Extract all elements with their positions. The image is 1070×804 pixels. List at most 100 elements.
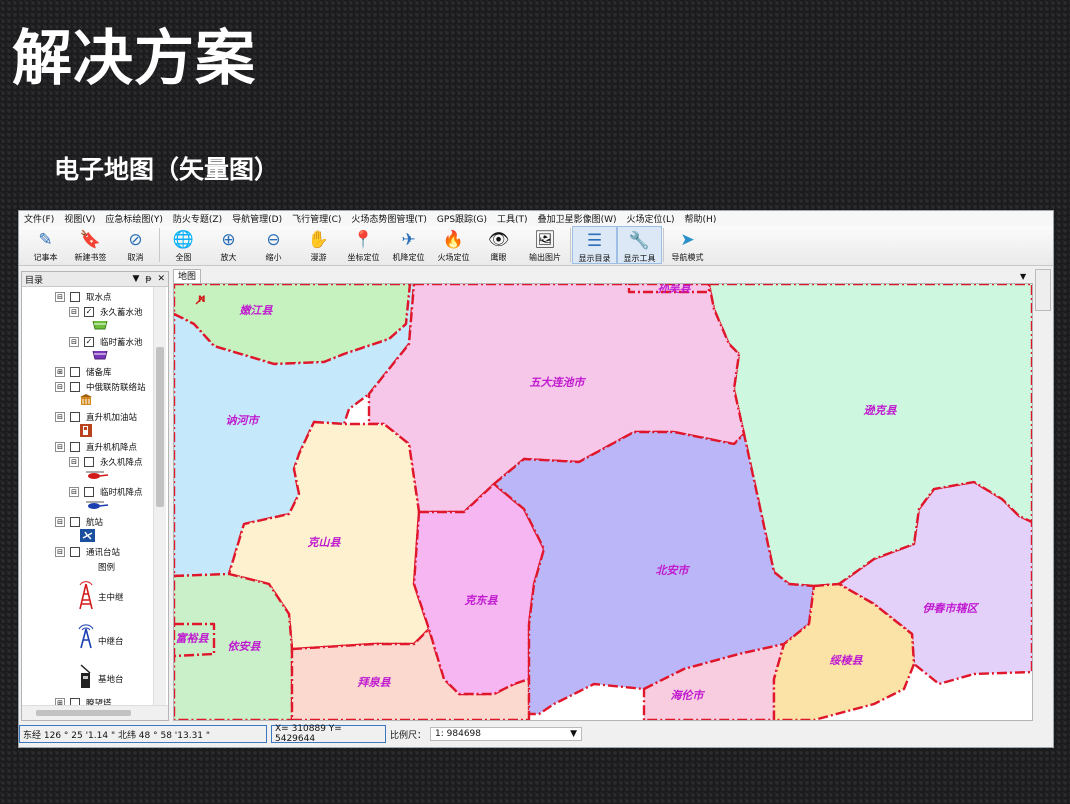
- zoom-in-icon: ⊕: [221, 230, 236, 250]
- menu-satellite-overlay[interactable]: 叠加卫星影像图(W): [533, 212, 622, 225]
- layer-checkbox[interactable]: ✓: [84, 307, 94, 317]
- layer-checkbox[interactable]: [70, 412, 80, 422]
- menu-fire-topic[interactable]: 防火专题(Z): [168, 212, 227, 225]
- vector-map[interactable]: 嫩江县讷河市 五大连池市 孙吴县逊克县克山县克东县 北安市伊春市辖区绥棱县海伦市 拜泉县…: [174, 284, 1032, 720]
- layer-label: 中俄联防联络站: [86, 383, 146, 393]
- region-label: 五大连池市: [530, 376, 587, 389]
- dropdown-arrow-icon[interactable]: ▼: [133, 274, 140, 284]
- catalog-title: 目录: [25, 275, 44, 286]
- layer-item[interactable]: ⊟ 永久机降点: [69, 456, 143, 468]
- full-extent-button[interactable]: 🌐 全图: [161, 226, 206, 264]
- pin-icon: 📍: [352, 230, 375, 250]
- menu-file[interactable]: 文件(F): [19, 212, 59, 225]
- menu-navigation[interactable]: 导航管理(D): [227, 212, 287, 225]
- tool-label: 记事本: [33, 253, 58, 262]
- zoom-out-button[interactable]: ⊖ 缩小: [251, 226, 296, 264]
- toolbar-separator: [159, 228, 160, 262]
- layer-checkbox[interactable]: [70, 442, 80, 452]
- collapse-icon[interactable]: ⊟: [69, 337, 79, 347]
- notepad-button[interactable]: ✎ 记事本: [23, 226, 68, 264]
- notepad-icon: ✎: [38, 230, 53, 250]
- layer-label: 直升机加油站: [86, 413, 138, 423]
- layer-item[interactable]: ⊞ 瞭望塔: [55, 697, 112, 705]
- layer-item[interactable]: ⊟ 中俄联防联络站: [55, 381, 146, 393]
- collapse-icon[interactable]: ⊟: [55, 517, 65, 527]
- export-image-button[interactable]: 🖼 输出图片: [521, 226, 569, 264]
- layer-item[interactable]: ⊟ 取水点: [55, 291, 112, 303]
- menu-help[interactable]: 帮助(H): [680, 212, 722, 225]
- map-dropdown-icon[interactable]: ▼: [1020, 272, 1026, 281]
- scrollbar-thumb[interactable]: [156, 347, 164, 507]
- layer-label: 临时机降点: [100, 488, 143, 498]
- catalog-header: 目录 ▼ ᵽ ✕: [22, 272, 168, 287]
- expand-icon[interactable]: ⊞: [55, 367, 65, 377]
- landing-locate-button[interactable]: ✈ 机降定位: [386, 226, 431, 264]
- layer-item[interactable]: ⊟ ✓ 临时蓄水池: [69, 336, 143, 348]
- cancel-button[interactable]: ⊘ 取消: [113, 226, 158, 264]
- navigation-mode-button[interactable]: ➤ 导航模式: [665, 226, 710, 264]
- region-label: 依安县: [228, 640, 262, 653]
- zoom-in-button[interactable]: ⊕ 放大: [206, 226, 251, 264]
- menu-fire-situation[interactable]: 火场态势图管理(T): [346, 212, 432, 225]
- show-tools-button[interactable]: 🔧 显示工具: [617, 226, 662, 264]
- fire-locate-button[interactable]: 🔥 火场定位: [431, 226, 476, 264]
- layer-checkbox[interactable]: [70, 292, 80, 302]
- layer-checkbox[interactable]: [70, 698, 80, 705]
- map-view[interactable]: 嫩江县 讷河市 五大连池市 孙吴县 逊克县 克山县 克东县 北安市 伊春市辖区 绥棱县 海伦市 拜泉县…: [173, 283, 1033, 721]
- right-side-tabs[interactable]: [1035, 269, 1051, 311]
- coordinate-locate-button[interactable]: 📍 坐标定位: [341, 226, 386, 264]
- menu-flight[interactable]: 飞行管理(C): [287, 212, 346, 225]
- layer-checkbox[interactable]: [70, 367, 80, 377]
- tool-label: 漫游: [310, 253, 327, 262]
- collapse-icon[interactable]: ⊟: [55, 412, 65, 422]
- collapse-icon[interactable]: ⊟: [55, 442, 65, 452]
- tab-map[interactable]: 地图: [173, 269, 201, 284]
- catalog-panel: 目录 ▼ ᵽ ✕ ⊟ 取水点 ⊟ ✓ 永久蓄水池 ⊟ ✓ 临时蓄水池 ⊞ 储备库 ⊟ 中俄联防…: [21, 271, 169, 721]
- show-catalog-button[interactable]: ☰ 显示目录: [572, 226, 617, 264]
- collapse-icon[interactable]: ⊟: [69, 487, 79, 497]
- collapse-icon[interactable]: ⊟: [55, 547, 65, 557]
- tool-label: 放大: [220, 253, 237, 262]
- close-icon[interactable]: ✕: [157, 274, 165, 284]
- legend-label: 基地台: [98, 675, 124, 685]
- pan-button[interactable]: ✋ 漫游: [296, 226, 341, 264]
- expand-icon[interactable]: ⊞: [55, 698, 65, 705]
- layer-item[interactable]: ⊟ 直升机机降点: [55, 441, 137, 453]
- vertical-scrollbar[interactable]: [153, 287, 166, 705]
- scrollbar-thumb[interactable]: [36, 710, 131, 716]
- gis-application-window: 文件(F) 视图(V) 应急标绘图(Y) 防火专题(Z) 导航管理(D) 飞行管…: [18, 210, 1054, 748]
- collapse-icon[interactable]: ⊟: [55, 292, 65, 302]
- base-station-icon: [80, 664, 91, 688]
- status-bar: 东经 126 ° 25 '1.14 " 北纬 48 ° 58 '13.31 " …: [19, 723, 1053, 745]
- layer-item[interactable]: ⊟ 临时机降点: [69, 486, 143, 498]
- new-bookmark-button[interactable]: 🔖 新建书签: [68, 226, 113, 264]
- menu-view[interactable]: 视图(V): [59, 212, 100, 225]
- scale-select[interactable]: 1: 984698 ▼: [430, 727, 583, 741]
- layer-item[interactable]: ⊟ 直升机加油站: [55, 411, 137, 423]
- layer-checkbox[interactable]: [84, 457, 94, 467]
- menu-tools[interactable]: 工具(T): [492, 212, 533, 225]
- layer-label: 永久蓄水池: [100, 308, 143, 318]
- menu-emergency-plot[interactable]: 应急标绘图(Y): [100, 212, 168, 225]
- layer-checkbox[interactable]: [70, 382, 80, 392]
- layer-item[interactable]: ⊟ ✓ 永久蓄水池: [69, 306, 143, 318]
- layer-checkbox[interactable]: [70, 547, 80, 557]
- pin-panel-icon[interactable]: ᵽ: [145, 274, 151, 284]
- scale-control: 比例尺： 1: 984698 ▼: [390, 727, 583, 741]
- menu-fire-locate[interactable]: 火场定位(L): [622, 212, 680, 225]
- collapse-icon[interactable]: ⊟: [69, 457, 79, 467]
- layer-label: 通讯台站: [86, 548, 121, 558]
- layer-item[interactable]: ⊟ 通讯台站: [55, 546, 120, 558]
- menu-gps-tracking[interactable]: GPS跟踪(G): [432, 212, 492, 225]
- layer-item[interactable]: ⊞ 储备库: [55, 366, 112, 378]
- layer-checkbox[interactable]: [70, 517, 80, 527]
- collapse-icon[interactable]: ⊟: [69, 307, 79, 317]
- eagle-eye-button[interactable]: 👁 鹰眼: [476, 226, 521, 264]
- layer-label: 永久机降点: [100, 458, 143, 468]
- layer-item[interactable]: ⊟ 航站: [55, 516, 103, 528]
- collapse-icon[interactable]: ⊟: [55, 382, 65, 392]
- layer-checkbox[interactable]: ✓: [84, 337, 94, 347]
- tool-label: 显示目录: [578, 254, 611, 263]
- layer-checkbox[interactable]: [84, 487, 94, 497]
- horizontal-scrollbar[interactable]: [22, 705, 168, 720]
